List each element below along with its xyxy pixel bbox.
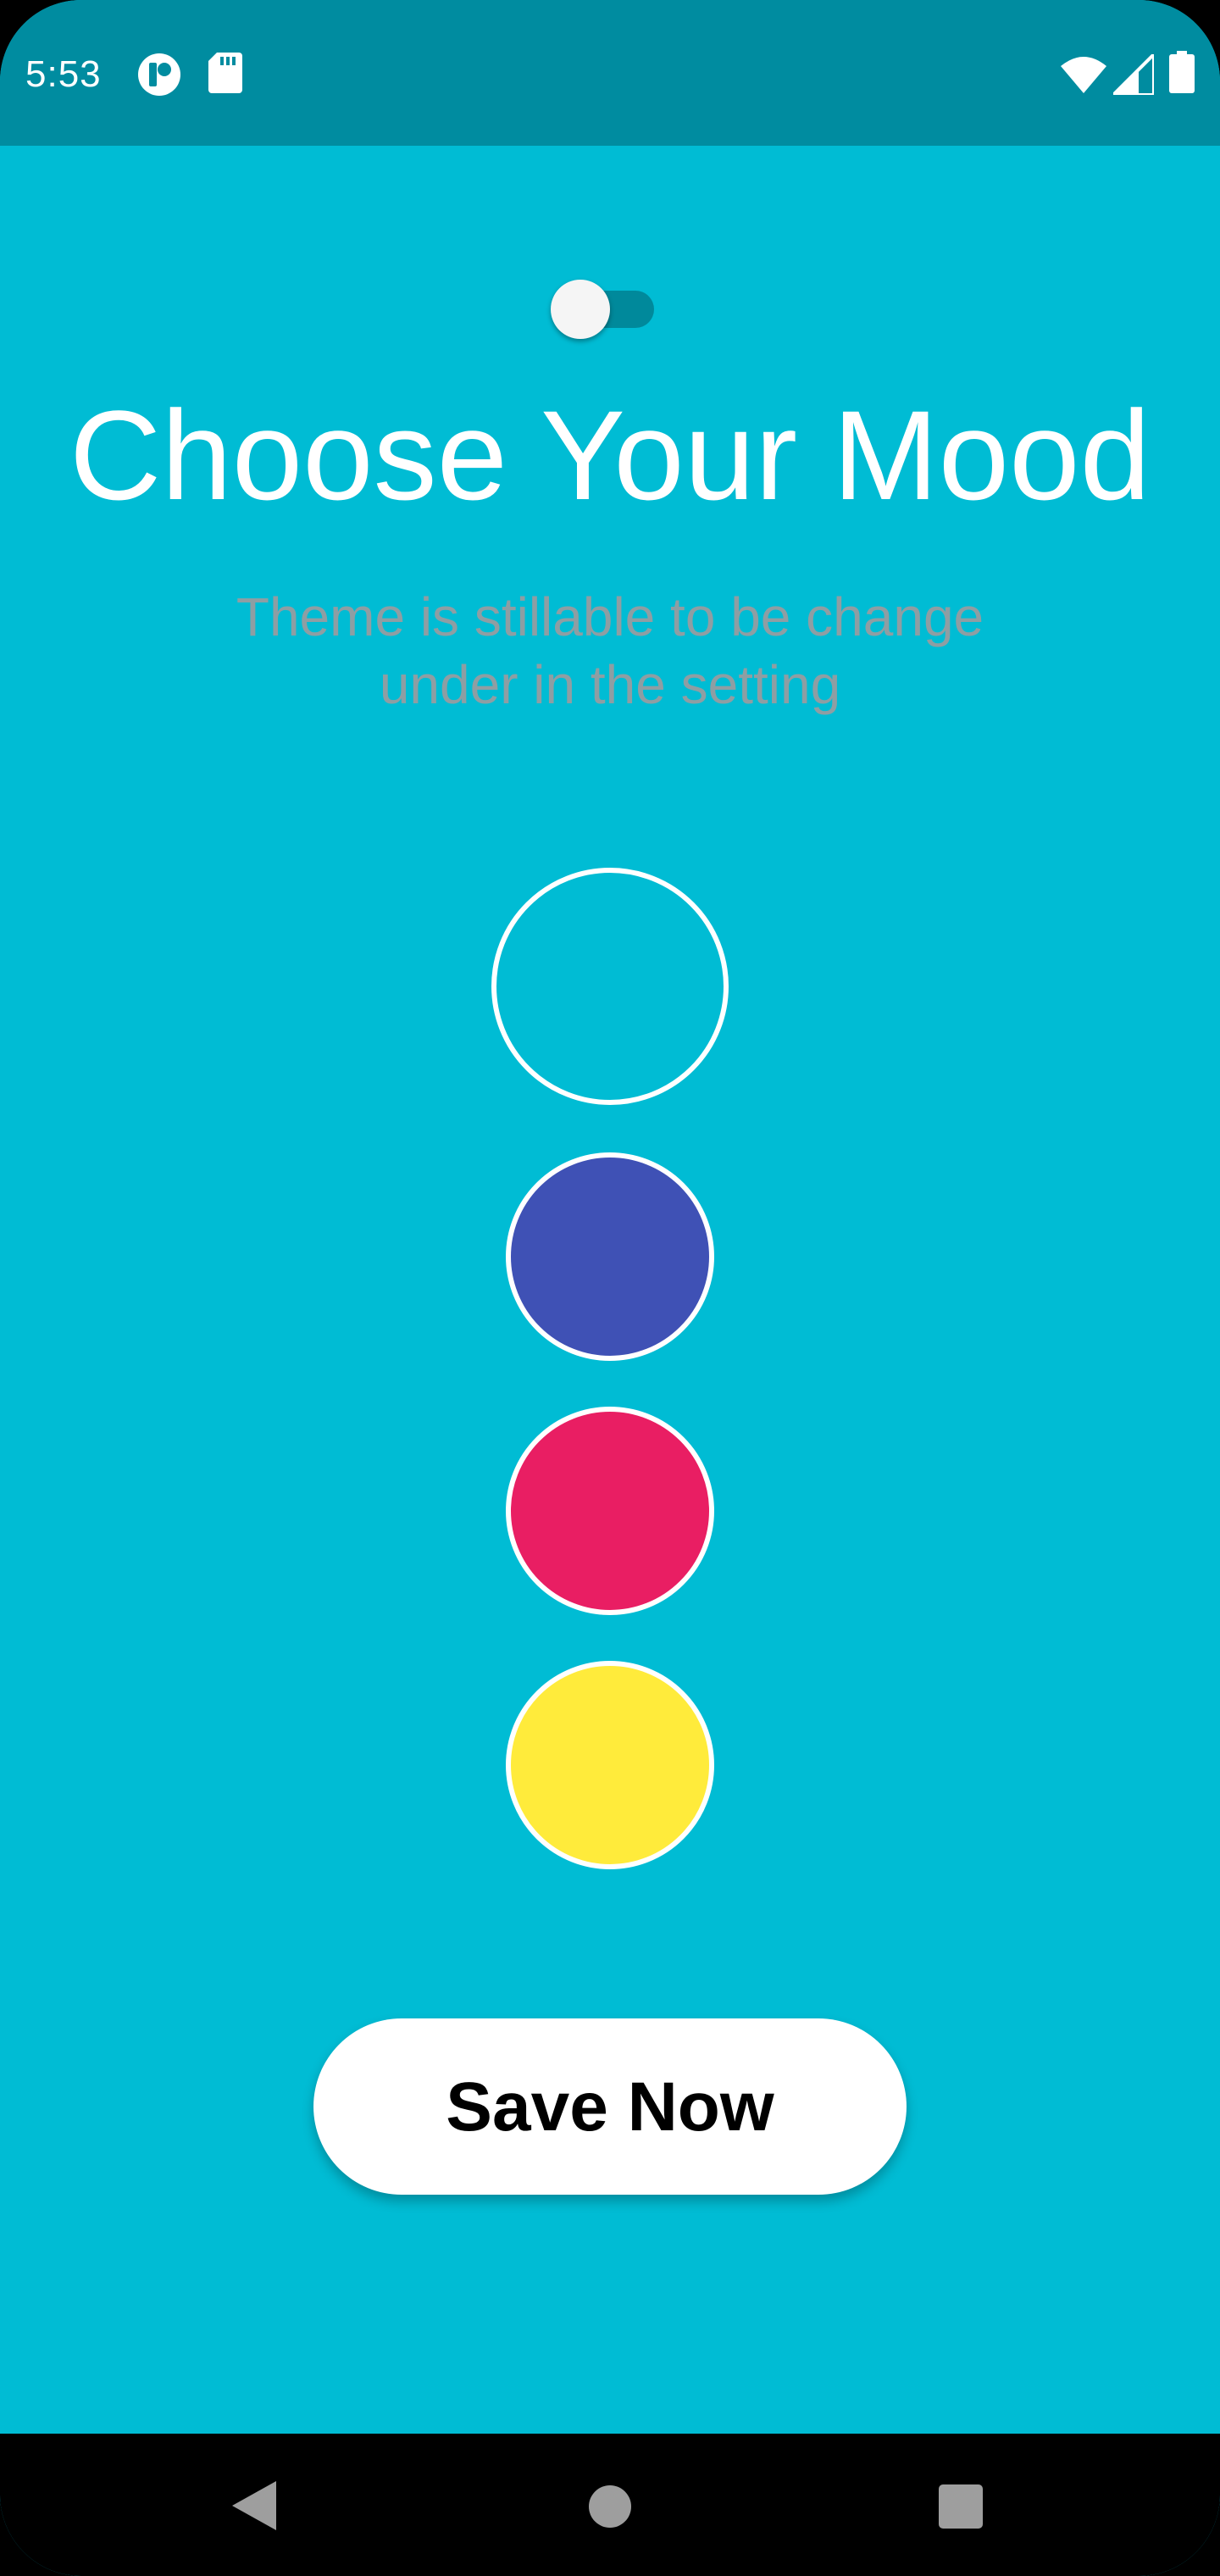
color-option-pink[interactable]	[506, 1407, 714, 1615]
status-time: 5:53	[25, 53, 102, 95]
page-title: Choose Your Mood	[69, 384, 1151, 526]
back-icon[interactable]	[229, 2479, 280, 2532]
save-now-button[interactable]: Save Now	[313, 2018, 907, 2195]
sd-card-icon	[208, 53, 242, 93]
recents-icon[interactable]	[939, 2484, 983, 2529]
color-option-indigo[interactable]	[506, 1152, 714, 1361]
color-option-cyan[interactable]	[491, 868, 729, 1105]
color-option-yellow[interactable]	[506, 1661, 714, 1869]
subtitle: Theme is stillable to be change under in…	[144, 583, 1076, 719]
cellular-signal-icon	[1113, 54, 1154, 95]
toggle-thumb	[551, 280, 610, 339]
subtitle-line-1: Theme is stillable to be change	[236, 586, 984, 647]
home-icon[interactable]	[588, 2484, 632, 2529]
app-notification-icon	[138, 53, 180, 96]
status-bar: 5:53	[0, 0, 1220, 146]
battery-icon	[1169, 51, 1195, 93]
app-screen: 5:53 Choose Your Mood Theme is stillable…	[0, 0, 1220, 2576]
wifi-icon	[1061, 57, 1106, 93]
navigation-bar	[0, 2434, 1220, 2576]
theme-toggle-switch[interactable]	[551, 280, 661, 339]
subtitle-line-2: under in the setting	[379, 654, 841, 715]
